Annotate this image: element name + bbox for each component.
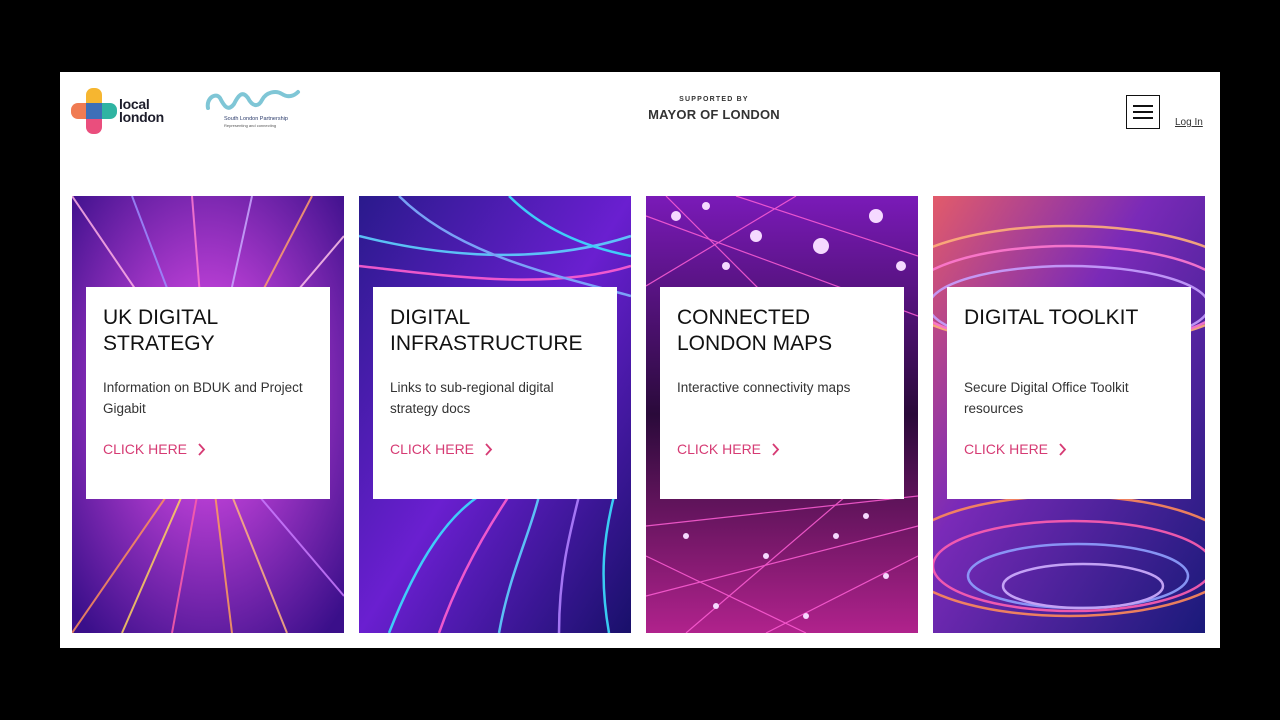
card-digital-infrastructure: DIGITAL INFRASTRUCTURE Links to sub-regi… (359, 196, 631, 633)
chevron-right-icon (485, 442, 493, 456)
card-connected-london-maps: CONNECTED LONDON MAPS Interactive connec… (646, 196, 918, 633)
local-london-cross-icon (71, 88, 117, 134)
click-here-label: CLICK HERE (677, 441, 762, 457)
card-uk-digital-strategy: UK DIGITAL STRATEGY Information on BDUK … (72, 196, 344, 633)
hamburger-icon (1133, 105, 1153, 107)
hamburger-icon-line (1133, 111, 1153, 113)
card-panel: CONNECTED LONDON MAPS Interactive connec… (660, 287, 904, 499)
chevron-right-icon (198, 442, 206, 456)
page: local london South London Partnership Re… (60, 72, 1220, 648)
mayor-label: MAYOR OF LONDON (648, 107, 780, 122)
south-london-partnership-logo[interactable]: South London Partnership Representing an… (202, 88, 302, 136)
card-panel: DIGITAL INFRASTRUCTURE Links to sub-regi… (373, 287, 617, 499)
card-title: DIGITAL TOOLKIT (964, 306, 1139, 329)
card-digital-toolkit: DIGITAL TOOLKIT Secure Digital Office To… (933, 196, 1205, 633)
click-here-link[interactable]: CLICK HERE (964, 441, 1067, 457)
click-here-link[interactable]: CLICK HERE (390, 441, 493, 457)
login-link[interactable]: Log In (1175, 117, 1203, 128)
mayor-of-london-logo: SUPPORTED BY MAYOR OF LONDON (610, 96, 818, 122)
supported-by-label: SUPPORTED BY (679, 96, 749, 103)
card-title: CONNECTED LONDON MAPS (677, 306, 833, 355)
click-here-label: CLICK HERE (103, 441, 188, 457)
slp-name: South London Partnership (224, 116, 288, 122)
click-here-label: CLICK HERE (964, 441, 1049, 457)
card-panel: UK DIGITAL STRATEGY Information on BDUK … (86, 287, 330, 499)
card-panel: DIGITAL TOOLKIT Secure Digital Office To… (947, 287, 1191, 499)
card-title: UK DIGITAL STRATEGY (103, 306, 218, 355)
click-here-link[interactable]: CLICK HERE (103, 441, 206, 457)
london-word: london (119, 109, 164, 125)
local-london-wordmark: local london (119, 97, 164, 125)
card-description: Information on BDUK and Project Gigabit (103, 380, 303, 416)
card-title: DIGITAL INFRASTRUCTURE (390, 306, 583, 355)
click-here-link[interactable]: CLICK HERE (677, 441, 780, 457)
card-description: Interactive connectivity maps (677, 380, 851, 395)
chevron-right-icon (772, 442, 780, 456)
hamburger-icon-line (1133, 117, 1153, 119)
card-description: Secure Digital Office Toolkit resources (964, 380, 1129, 416)
slp-tagline: Representing and connecting (224, 123, 277, 128)
click-here-label: CLICK HERE (390, 441, 475, 457)
menu-button[interactable] (1126, 95, 1160, 129)
local-london-logo[interactable]: local london (71, 88, 171, 134)
river-wave-icon (205, 90, 300, 110)
card-description: Links to sub-regional digital strategy d… (390, 380, 554, 416)
chevron-right-icon (1059, 442, 1067, 456)
